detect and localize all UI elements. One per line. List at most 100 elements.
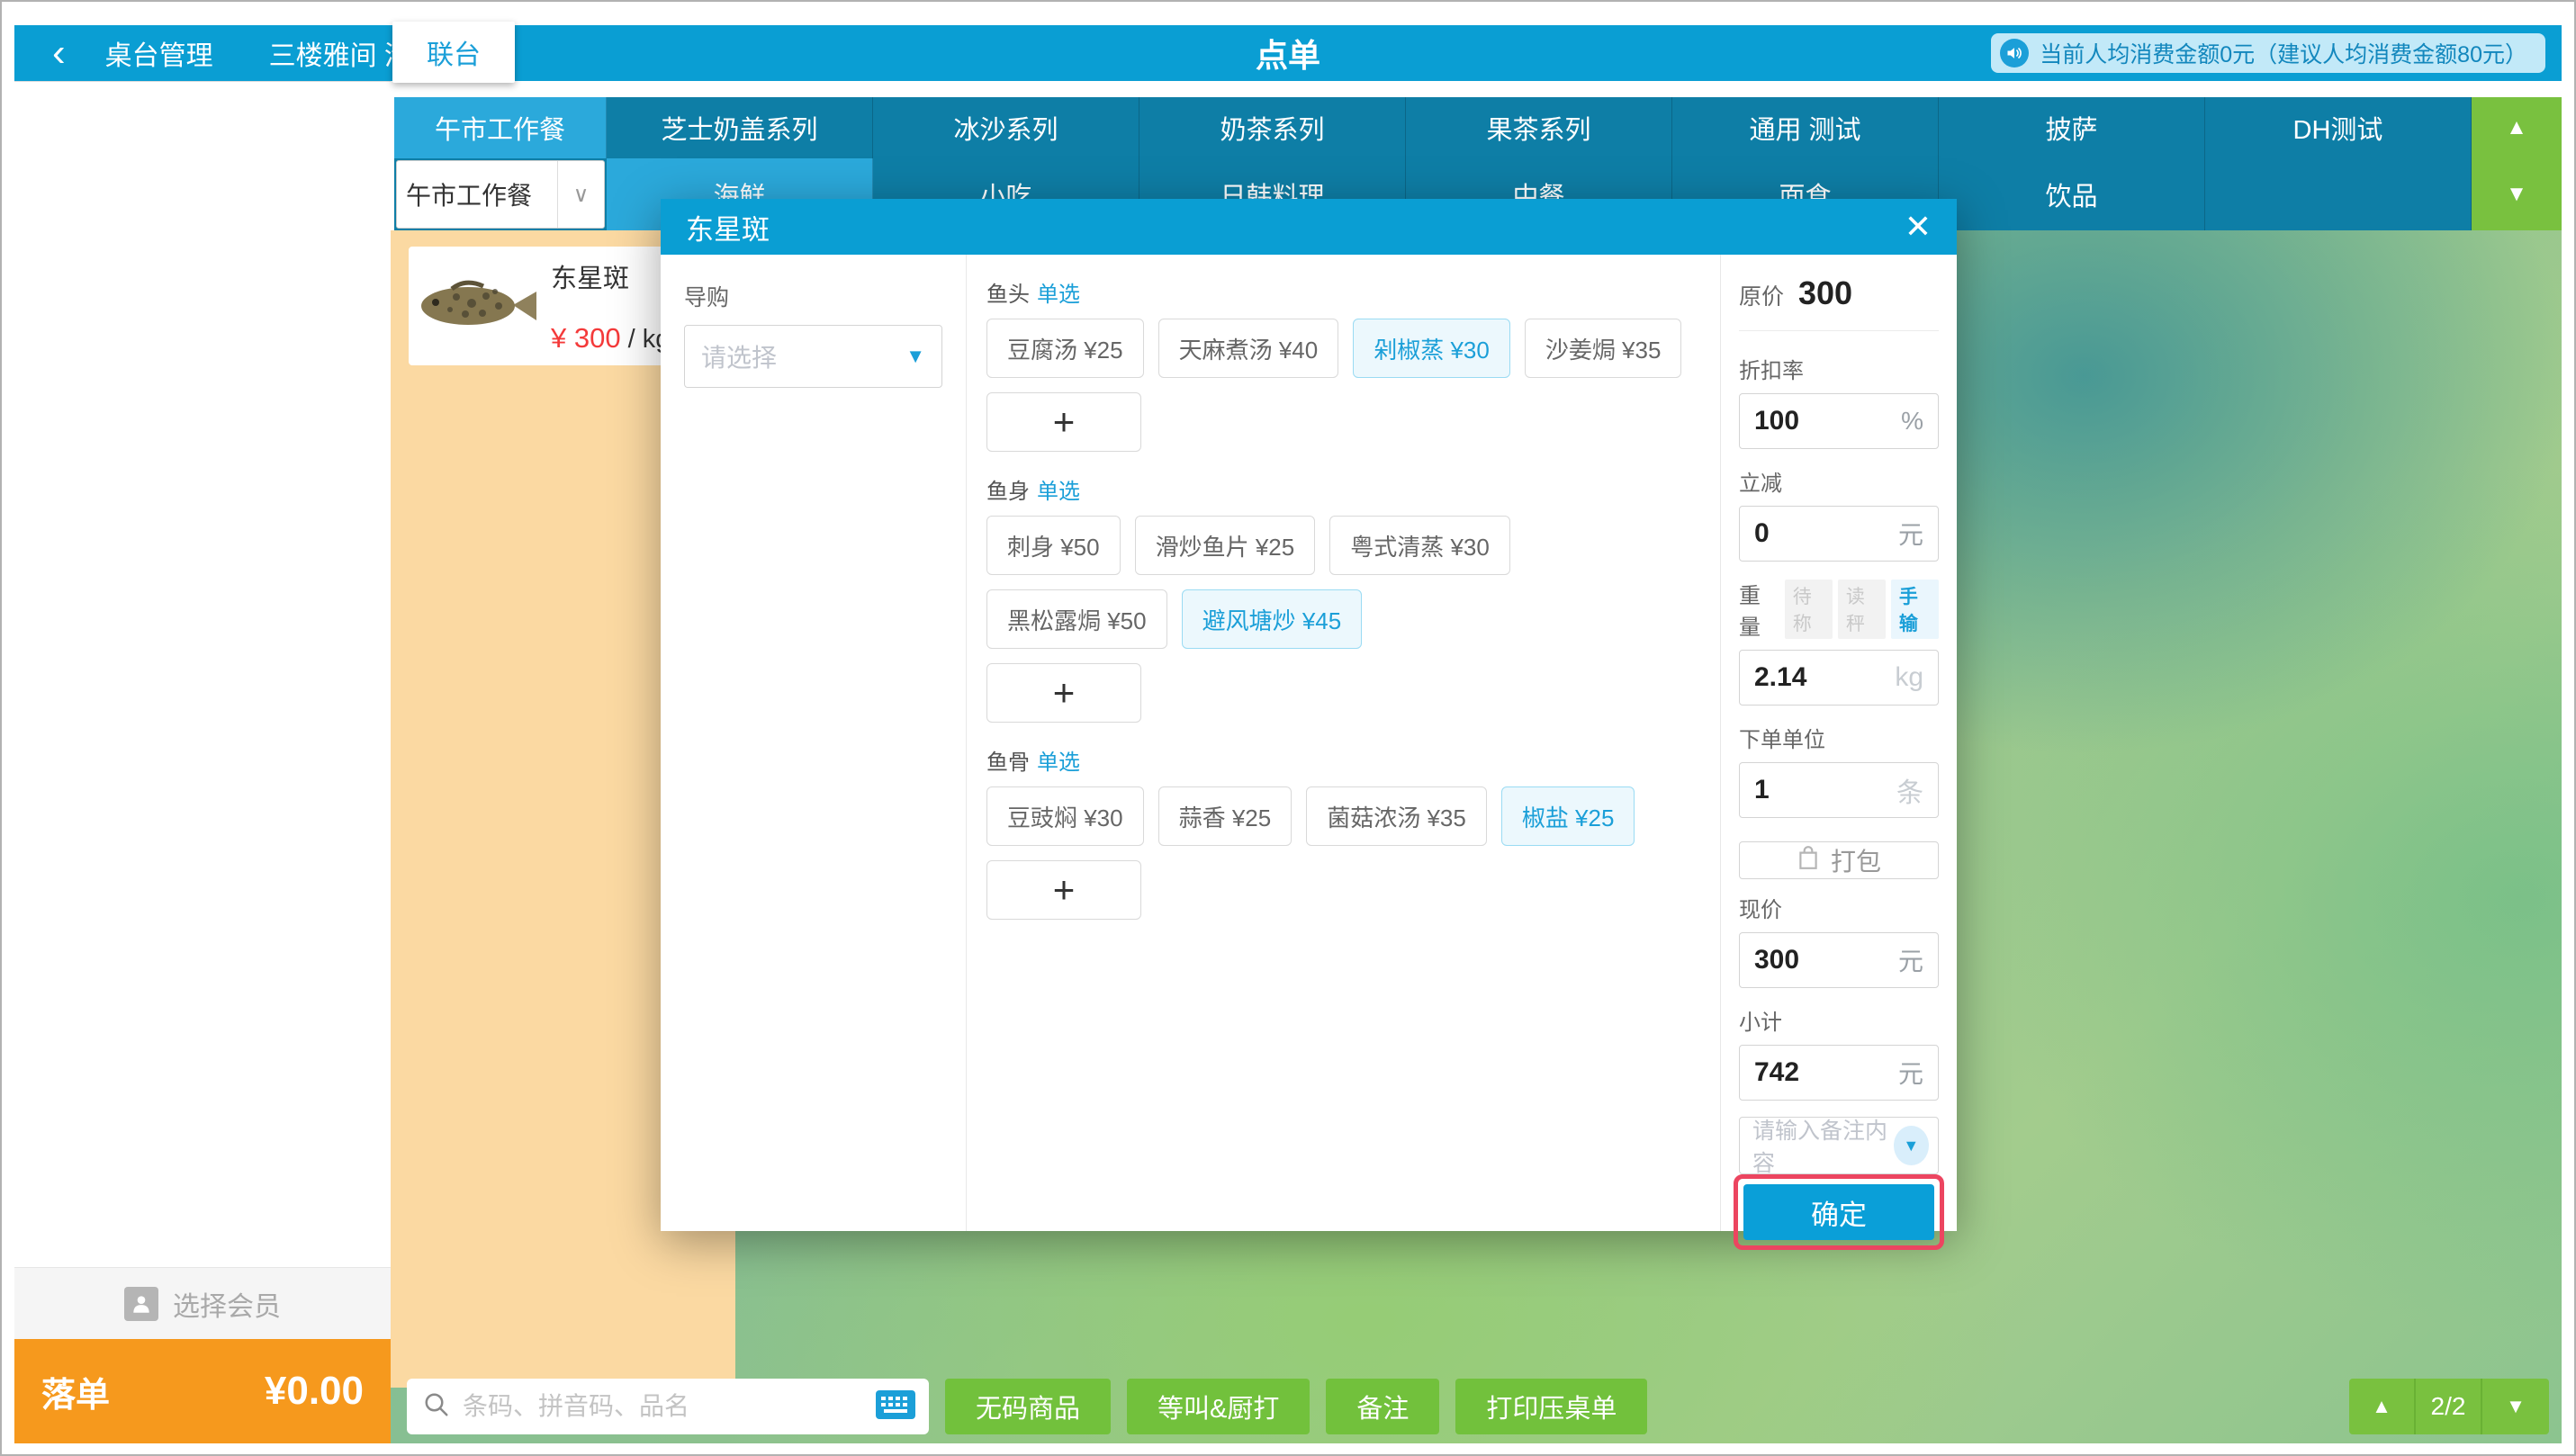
bottom-action-bar: 无码商品等叫&厨打备注打印压桌单 ▲ 2/2 ▼ [407,1379,2549,1434]
order-unit-suffix: 条 [1896,770,1923,810]
option-chip[interactable]: 豆腐汤 ¥25 [986,319,1144,378]
option-group-name: 鱼身 [986,480,1030,504]
search-input[interactable] [463,1392,862,1421]
single-choice-badge: 单选 [1037,480,1080,504]
page-up-button[interactable]: ▲ [2349,1379,2416,1434]
option-chip[interactable]: 天麻煮汤 ¥40 [1158,319,1339,378]
subcategory-tab-6[interactable]: 饮品 [1939,158,2205,230]
weight-mode-手输[interactable]: 手输 [1891,580,1939,639]
category-tab-7[interactable]: 披萨 [1939,97,2205,158]
guide-label: 导购 [684,280,942,312]
instant-off-unit: 元 [1898,516,1923,552]
subtotal-label: 小计 [1739,1004,1939,1036]
subtotal-input[interactable]: 742 元 [1739,1045,1939,1101]
instant-off-input[interactable]: 0 元 [1739,506,1939,562]
page-down-button[interactable]: ▼ [2482,1379,2549,1434]
category-tab-1[interactable]: 午市工作餐 [394,97,607,158]
chevron-down-icon: ▼ [905,345,925,368]
discount-unit: % [1901,407,1923,436]
select-member-button[interactable]: 选择会员 [14,1267,391,1339]
weight-mode-读秤[interactable]: 读秤 [1838,580,1886,639]
subcategory-dropdown[interactable]: 午市工作餐∨ [396,160,605,229]
original-price-value: 300 [1798,274,1852,312]
modal-header: 东星斑 ✕ [661,199,1957,255]
category-tab-6[interactable]: 通用 测试 [1672,97,1939,158]
subcategory-tab-7 [2205,158,2472,230]
option-chip[interactable]: 黑松露焗 ¥50 [986,589,1167,649]
instant-off-field: 立减 0 元 [1739,458,1939,562]
tabs-collapse-button[interactable]: ▲ [2472,97,2562,158]
option-group-鱼骨: 鱼骨单选豆豉焖 ¥30蒜香 ¥25菌菇浓汤 ¥35椒盐 ¥25 + [986,744,1700,920]
confirm-button[interactable]: 确定 [1743,1184,1934,1240]
discount-input[interactable]: 100 % [1739,393,1939,449]
back-icon[interactable]: ‹ [52,33,66,73]
single-choice-badge: 单选 [1037,283,1080,307]
note-placeholder: 请输入备注内容 [1752,1113,1894,1178]
option-chip[interactable]: 刺身 ¥50 [986,516,1121,575]
option-chip[interactable]: 滑炒鱼片 ¥25 [1135,516,1316,575]
note-dropdown-icon[interactable]: ▼ [1894,1126,1929,1165]
guide-select[interactable]: 请选择 ▼ [684,325,942,388]
guide-column: 导购 请选择 ▼ [661,255,967,1231]
option-group-header: 鱼头单选 [986,276,1700,308]
option-chip-list: 豆豉焖 ¥30蒜香 ¥25菌菇浓汤 ¥35椒盐 ¥25 [986,786,1700,846]
option-chip[interactable]: 粤式清蒸 ¥30 [1329,516,1510,575]
subtotal-unit: 元 [1898,1055,1923,1091]
option-chip[interactable]: 豆豉焖 ¥30 [986,786,1144,846]
option-chip[interactable]: 沙姜焗 ¥35 [1525,319,1682,378]
option-chip[interactable]: 菌菇浓汤 ¥35 [1306,786,1487,846]
original-price-label: 原价 [1739,279,1784,311]
weight-input[interactable]: 2.14 kg [1739,650,1939,706]
modal-title: 东星斑 [686,207,770,247]
note-input[interactable]: 请输入备注内容 ▼ [1739,1117,1939,1174]
current-price-input[interactable]: 300 元 [1739,932,1939,988]
weight-unit: kg [1895,662,1923,693]
weight-mode-待称[interactable]: 待称 [1785,580,1833,639]
subcategory-select-cell: 午市工作餐∨ [394,158,607,230]
chevron-down-icon: ∨ [557,161,604,228]
order-unit-input[interactable]: 1 条 [1739,762,1939,818]
weight-label-row: 重量 待称读秤手输 [1739,578,1939,641]
weight-field: 重量 待称读秤手输 2.14 kg [1739,571,1939,706]
speaker-icon[interactable] [2000,39,2029,67]
option-chip-list: 刺身 ¥50滑炒鱼片 ¥25粤式清蒸 ¥30 黑松露焗 ¥50避风塘炒 ¥45 [986,516,1700,649]
order-unit-field: 下单单位 1 条 [1739,715,1939,818]
original-price-row: 原价 300 [1739,274,1939,331]
add-option-button[interactable]: + [986,860,1141,920]
add-option-button[interactable]: + [986,392,1141,452]
option-chip[interactable]: 椒盐 ¥25 [1501,786,1635,846]
confirm-highlight-box: 确定 [1734,1174,1944,1250]
takeout-pack-button[interactable]: 打包 [1739,841,1939,879]
option-group-header: 鱼骨单选 [986,744,1700,776]
subtotal-field: 小计 742 元 [1739,997,1939,1101]
option-chip[interactable]: 剁椒蒸 ¥30 [1353,319,1510,378]
table-management-link[interactable]: 桌台管理 [105,33,213,73]
add-option-button[interactable]: + [986,663,1141,723]
category-tab-5[interactable]: 果茶系列 [1406,97,1672,158]
category-tab-2[interactable]: 芝士奶盖系列 [607,97,873,158]
per-capita-notice: 当前人均消费金额0元（建议人均消费金额80元） [1991,33,2545,73]
weight-label: 重量 [1739,578,1778,641]
category-tab-3[interactable]: 冰沙系列 [873,97,1139,158]
place-order-button[interactable]: 落单 ¥0.00 [14,1339,391,1443]
select-member-label: 选择会员 [173,1284,281,1324]
guide-placeholder: 请选择 [701,338,777,374]
option-chip[interactable]: 避风塘炒 ¥45 [1182,589,1363,649]
current-price-value: 300 [1754,945,1799,975]
option-chip[interactable]: 蒜香 ¥25 [1158,786,1293,846]
close-icon[interactable]: ✕ [1905,211,1932,243]
action-button-1[interactable]: 无码商品 [945,1379,1111,1434]
action-button-4[interactable]: 打印压桌单 [1455,1379,1647,1434]
weight-value: 2.14 [1754,662,1806,693]
keyboard-icon[interactable] [875,1389,916,1425]
category-tab-4[interactable]: 奶茶系列 [1139,97,1406,158]
category-tab-8[interactable]: DH测试 [2205,97,2472,158]
price-value: ¥ 300 [551,322,621,354]
tabs-expand-button[interactable]: ▼ [2472,158,2562,230]
product-pagination: ▲ 2/2 ▼ [2349,1379,2549,1434]
product-options-modal: 东星斑 ✕ 导购 请选择 ▼ 鱼头单选豆腐汤 ¥25天麻煮汤 ¥40剁椒蒸 ¥3… [661,199,1957,1231]
order-list-panel: 选择会员 落单 ¥0.00 [14,81,391,1443]
action-button-3[interactable]: 备注 [1326,1379,1439,1434]
action-button-2[interactable]: 等叫&厨打 [1127,1379,1310,1434]
join-table-button[interactable]: 联台 [392,22,515,83]
